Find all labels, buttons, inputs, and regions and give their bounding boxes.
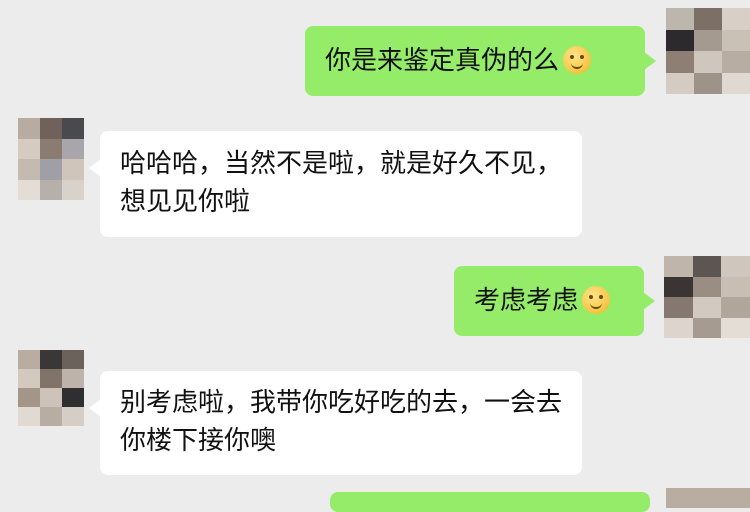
avatar[interactable] — [18, 350, 84, 426]
message-text: 哈哈哈，当然不是啦，就是好久不见，想见见你啦 — [120, 149, 563, 217]
message-bubble-partial — [330, 492, 650, 512]
message-bubble[interactable]: 考虑考虑 — [454, 266, 655, 336]
message-bubble[interactable]: 你是来鉴定真伪的么 — [305, 26, 656, 96]
message-bubble[interactable]: 别考虑啦，我带你吃好吃的去，一会去你楼下接你噢 — [89, 371, 582, 475]
smile-blush-emoji-icon — [582, 286, 611, 314]
avatar[interactable] — [664, 256, 750, 338]
avatar-partial — [666, 488, 750, 508]
avatar[interactable] — [18, 118, 84, 200]
message-bubble[interactable]: 哈哈哈，当然不是啦，就是好久不见，想见见你啦 — [89, 131, 582, 237]
message-text: 你是来鉴定真伪的么 — [325, 46, 560, 76]
avatar[interactable] — [666, 8, 750, 94]
message-text: 别考虑啦，我带你吃好吃的去，一会去你楼下接你噢 — [120, 388, 563, 456]
smile-blush-emoji-icon — [563, 46, 592, 74]
chat-thread: 你是来鉴定真伪的么 哈哈哈，当然不是啦，就是好久不见，想见见你啦 考虑考虑 别考… — [0, 0, 750, 512]
message-text: 考虑考虑 — [474, 286, 579, 316]
